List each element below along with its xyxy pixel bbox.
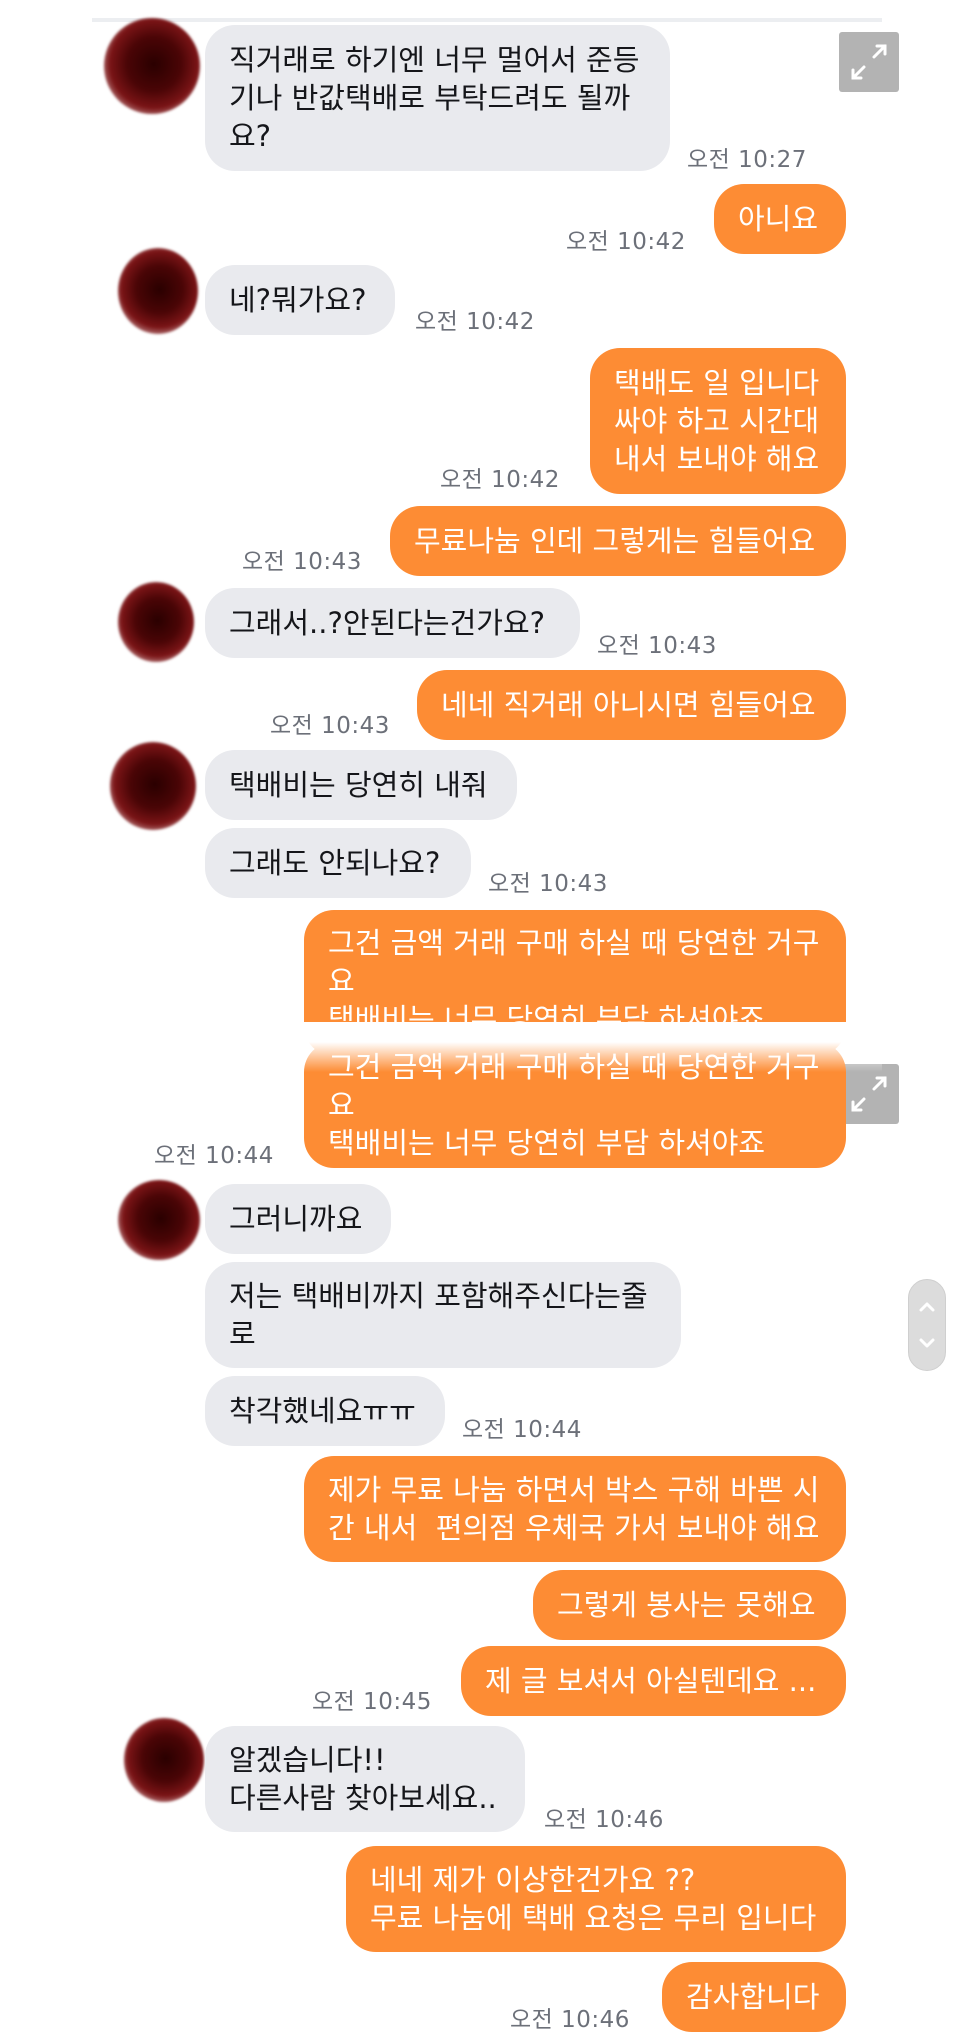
top-fade [92,1042,882,1072]
message-time: 오전 10:45 [312,1689,432,1715]
expand-image-icon[interactable] [839,1064,899,1124]
message-time: 오전 10:42 [566,229,686,255]
message-bubble-sent: 그렇게 봉사는 못해요 [533,1570,846,1640]
message-bubble-sent: 제가 무료 나눔 하면서 박스 구해 바쁜 시 간 내서 편의점 우체국 가서 … [304,1456,846,1562]
message-time: 오전 10:42 [415,309,535,335]
screenshot-divider [0,1022,971,1042]
message-time: 오전 10:43 [242,549,362,575]
avatar [124,1718,204,1802]
message-bubble-received: 택배비는 당연히 내줘 [205,750,517,820]
avatar [104,18,200,114]
message-time: 오전 10:27 [687,147,807,173]
message-time: 오전 10:43 [488,871,608,897]
avatar [110,742,196,830]
avatar [118,582,194,662]
message-bubble-sent: 택배도 일 입니다 싸야 하고 시간대 내서 보내야 해요 [590,348,846,494]
message-time: 오전 10:46 [544,1807,664,1833]
message-bubble-sent: 무료나눔 인데 그렇게는 힘들어요 [390,506,846,576]
message-time: 오전 10:46 [510,2007,630,2033]
avatar [118,1180,200,1260]
message-time: 오전 10:44 [462,1417,582,1443]
message-bubble-received: 그래서..?안된다는건가요? [205,588,580,658]
message-bubble-sent: 아니요 [714,184,846,254]
message-bubble-sent: 네네 제가 이상한건가요 ?? 무료 나눔에 택배 요청은 무리 입니다 [346,1846,846,1952]
message-bubble-received: 착각했네요ㅠㅠ [205,1376,445,1446]
message-bubble-received: 그래도 안되나요? [205,828,471,898]
message-bubble-received: 알겠습니다!! 다른사람 찾아보세요.. [205,1726,525,1832]
message-time: 오전 10:43 [270,713,390,739]
message-bubble-sent: 제 글 보셔서 아실텐데요 ... [461,1646,846,1716]
message-time: 오전 10:42 [440,467,560,493]
message-bubble-received: 저는 택배비까지 포함해주신다는줄 로 [205,1262,681,1368]
message-bubble-received: 그러니까요 [205,1184,391,1254]
scroll-control[interactable] [908,1279,946,1371]
expand-image-icon[interactable] [839,32,899,92]
avatar [118,248,198,334]
message-time: 오전 10:44 [154,1143,274,1169]
message-bubble-received: 네?뭐가요? [205,265,395,335]
message-bubble-received: 직거래로 하기엔 너무 멀어서 준등 기나 반값택배로 부탁드려도 될까 요? [205,25,670,171]
scroll-arrows-icon[interactable] [909,1280,945,1370]
message-bubble-sent: 감사합니다 [662,1962,846,2032]
message-bubble-sent: 네네 직거래 아니시면 힘들어요 [417,670,846,740]
message-time: 오전 10:43 [597,633,717,659]
top-separator [92,18,882,22]
